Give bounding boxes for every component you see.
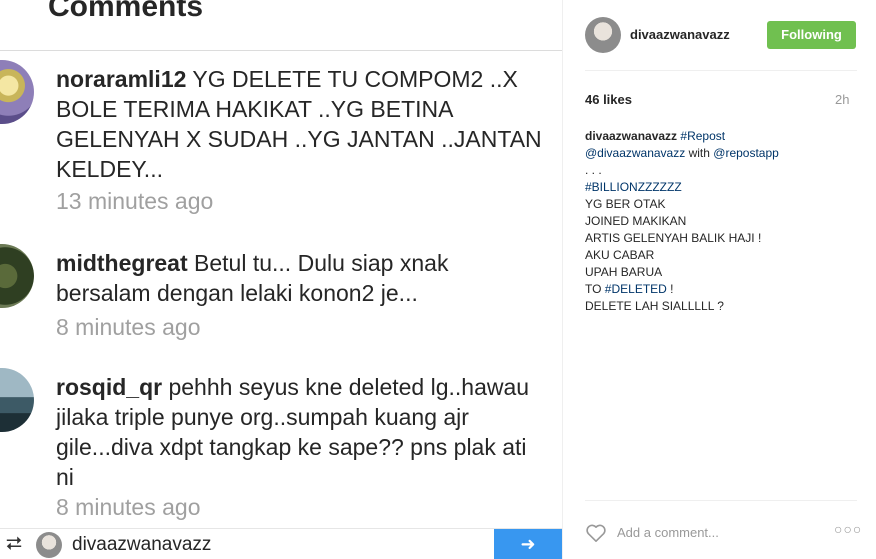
avatar xyxy=(0,368,34,432)
comment-username: rosqid_qr xyxy=(56,374,163,400)
likes-count[interactable]: 46 likes xyxy=(585,92,632,107)
mention-link[interactable]: @divaazwanavazz xyxy=(585,146,685,160)
comment-time: 13 minutes ago xyxy=(56,188,214,214)
heart-icon[interactable] xyxy=(585,523,607,543)
repost-image: Comments noraramli12 YG DELETE TU COMPOM… xyxy=(0,0,562,559)
caption-line: DELETE LAH SIALLLLL ? xyxy=(585,299,724,313)
caption-line: JOINED MAKIKAN xyxy=(585,214,687,228)
repost-username: divaazwanavazz xyxy=(72,534,212,555)
more-options-icon[interactable]: ○○○ xyxy=(834,521,862,537)
caption-to-text: TO xyxy=(585,282,602,296)
post-age[interactable]: 2h xyxy=(835,92,849,107)
add-comment-input[interactable]: Add a comment... xyxy=(617,525,719,540)
post-caption: divaazwanavazz #Repost @divaazwanavazz w… xyxy=(585,128,861,315)
hashtag-billion-link[interactable]: #BILLIONZZZZZZ xyxy=(585,180,682,194)
caption-dots: . . . xyxy=(585,163,602,177)
header-divider xyxy=(585,70,857,71)
caption-to-suffix: ! xyxy=(670,282,674,296)
comment-username: noraramli12 xyxy=(56,66,187,92)
comments-divider xyxy=(0,50,562,51)
avatar xyxy=(0,244,34,308)
repostapp-mention-link[interactable]: @repostapp xyxy=(713,146,779,160)
comment-username: midthegreat xyxy=(56,250,188,276)
arrow-icon: ➜ xyxy=(494,529,562,559)
footer-divider xyxy=(585,500,857,501)
comment-time: 8 minutes ago xyxy=(56,494,201,520)
caption-line: ARTIS GELENYAH BALIK HAJI ! xyxy=(585,231,762,245)
repost-icon: ⮂ xyxy=(6,533,22,555)
following-button[interactable]: Following xyxy=(767,21,856,49)
hashtag-repost-link[interactable]: #Repost xyxy=(680,129,725,143)
caption-username[interactable]: divaazwanavazz xyxy=(585,129,677,143)
repost-bar: ⮂ divaazwanavazz ➜ xyxy=(0,528,562,559)
avatar[interactable] xyxy=(585,17,621,53)
caption-line: YG BER OTAK xyxy=(585,197,666,211)
comment-time: 8 minutes ago xyxy=(56,314,201,340)
hashtag-deleted-link[interactable]: #DELETED xyxy=(605,282,667,296)
post-username[interactable]: divaazwanavazz xyxy=(630,27,730,42)
caption-line: UPAH BARUA xyxy=(585,265,663,279)
comments-title: Comments xyxy=(48,0,204,23)
caption-with-text: with xyxy=(688,146,710,160)
caption-line: AKU CABAR xyxy=(585,248,655,262)
avatar xyxy=(0,60,34,124)
avatar xyxy=(36,532,62,558)
post-panel: divaazwanavazz Following 46 likes 2h div… xyxy=(562,0,876,559)
